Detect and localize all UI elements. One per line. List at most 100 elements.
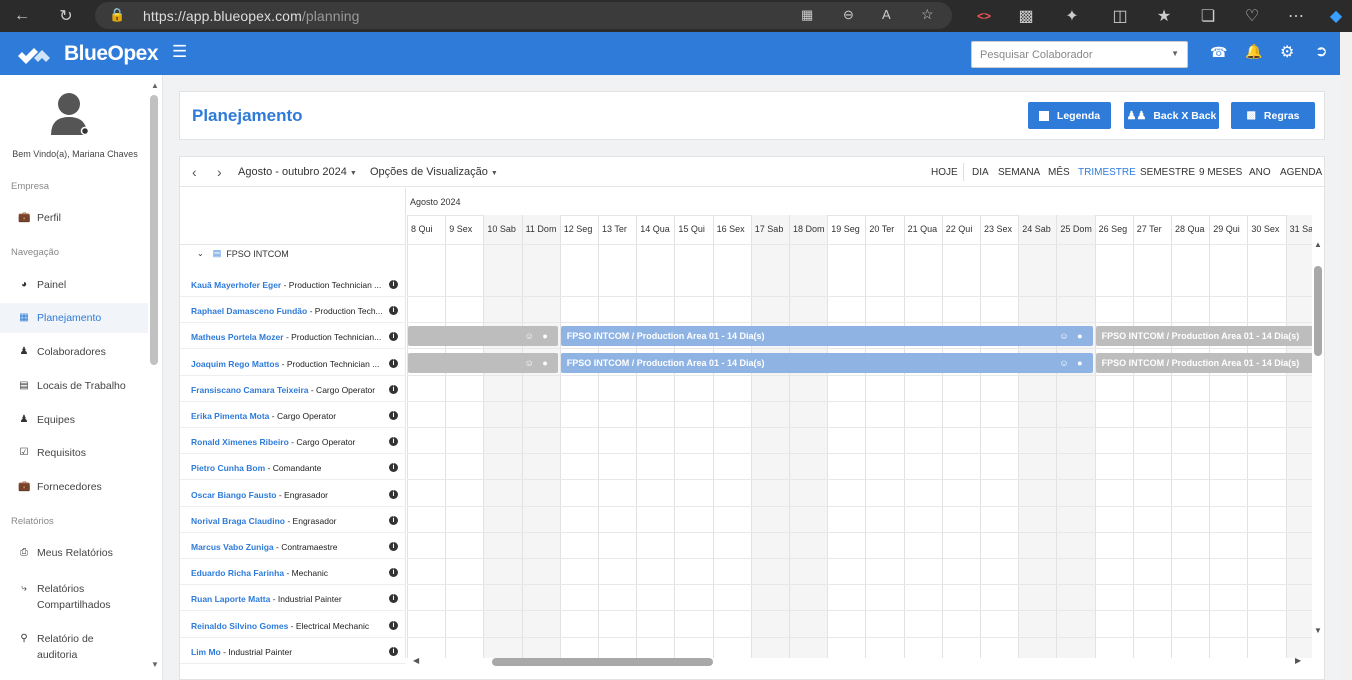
info-icon[interactable]: i xyxy=(389,358,398,368)
headset-icon[interactable]: ☎ xyxy=(1210,44,1227,61)
sidebar-item-locais[interactable]: ▤ Locais de Trabalho xyxy=(18,380,148,392)
employee-name[interactable]: Norival Braga Claudino xyxy=(191,516,285,526)
day-column[interactable] xyxy=(674,215,712,658)
day-column[interactable] xyxy=(407,215,445,658)
employee-name[interactable]: Ronald Ximenes Ribeiro xyxy=(191,437,289,447)
logo[interactable]: BlueOpex xyxy=(16,42,159,66)
scroll-down-icon[interactable]: ▼ xyxy=(1314,626,1322,635)
sidebar-item-equipes[interactable]: ♟ Equipes xyxy=(18,414,148,426)
day-column[interactable] xyxy=(483,215,522,658)
day-column[interactable] xyxy=(559,215,598,658)
employee-row[interactable]: Ronald Ximenes Ribeiro - Cargo Operator xyxy=(191,428,401,454)
employee-name[interactable]: Raphael Damasceno Fundão xyxy=(191,306,307,316)
info-icon[interactable]: i xyxy=(389,620,398,630)
employee-row[interactable]: Eduardo Richa Farinha - Mechanic xyxy=(191,559,401,585)
employee-name[interactable]: Joaquim Rego Mattos xyxy=(191,359,279,369)
regras-button[interactable]: ▩ Regras xyxy=(1231,102,1315,129)
assignment-bar[interactable]: ☺ ● xyxy=(408,352,558,373)
sidebar-item-relatorios-compartilhados[interactable]: ⤷ Relatórios Compartilhados xyxy=(18,581,148,613)
more-icon[interactable]: ⋯ xyxy=(1284,0,1308,32)
view-options-dropdown[interactable]: Opções de Visualização ▼ xyxy=(370,166,498,178)
employee-name[interactable]: Kauã Mayerhofer Eger xyxy=(191,280,281,290)
employee-row[interactable]: Lim Mo - Industrial Painter xyxy=(191,638,401,664)
employee-name[interactable]: Oscar Biango Fausto xyxy=(191,490,277,500)
employee-name[interactable]: Reinaldo Silvino Gomes xyxy=(191,621,288,631)
assignment-bar[interactable]: FPSO INTCOM / Production Area 01 - 14 Di… xyxy=(560,326,1093,347)
sidebar-item-fornecedores[interactable]: 💼 Fornecedores xyxy=(18,481,148,493)
favorite-icon[interactable]: ☆ xyxy=(921,6,934,23)
day-column[interactable] xyxy=(712,215,751,658)
day-column[interactable] xyxy=(980,215,1018,658)
employee-name[interactable]: Pietro Cunha Bom xyxy=(191,463,265,473)
info-icon[interactable]: i xyxy=(389,384,398,394)
apps-icon[interactable]: ▦ xyxy=(801,7,813,23)
scrollbar-thumb[interactable] xyxy=(492,658,713,666)
group-header[interactable]: ⌄ ▤ FPSO INTCOM xyxy=(197,248,289,259)
assignment-bar[interactable]: FPSO INTCOM / Production Area 01 - 14 Di… xyxy=(1095,352,1312,373)
scrollbar-thumb[interactable] xyxy=(1314,266,1322,356)
scroll-up-icon[interactable]: ▲ xyxy=(151,81,159,90)
employee-name[interactable]: Lim Mo xyxy=(191,647,221,657)
assignment-bar[interactable]: FPSO INTCOM / Production Area 01 - 14 Di… xyxy=(560,352,1093,373)
scroll-down-icon[interactable]: ▼ xyxy=(151,660,159,669)
view-trimestre[interactable]: TRIMESTRE xyxy=(1078,167,1136,178)
view-hoje[interactable]: HOJE xyxy=(931,167,958,178)
employee-row[interactable]: Ruan Laporte Matta - Industrial Painter xyxy=(191,585,401,611)
scroll-right-icon[interactable]: ▶ xyxy=(1295,656,1301,665)
day-column[interactable] xyxy=(750,215,789,658)
view-agenda[interactable]: AGENDA xyxy=(1280,167,1322,178)
sidebar-item-relatorio-auditoria[interactable]: ⚲ Relatório de auditoria xyxy=(18,631,148,663)
puzzle-icon[interactable]: ✦ xyxy=(1060,0,1084,32)
view-mes[interactable]: MÊS xyxy=(1048,167,1070,178)
info-icon[interactable]: i xyxy=(389,515,398,525)
bell-icon[interactable]: 🔔 xyxy=(1245,43,1262,60)
day-column[interactable] xyxy=(1171,215,1209,658)
scroll-up-icon[interactable]: ▲ xyxy=(1314,240,1322,249)
info-icon[interactable]: i xyxy=(389,489,398,499)
info-icon[interactable]: i xyxy=(389,411,398,420)
employee-row[interactable]: Joaquim Rego Mattos - Production Technic… xyxy=(191,350,401,376)
sidebar-item-painel[interactable]: ◕ Painel xyxy=(18,279,148,291)
employee-row[interactable]: Marcus Vabo Zuniga - Contramaestre xyxy=(191,533,401,559)
sidebar-scrollbar[interactable] xyxy=(150,95,158,365)
view-semana[interactable]: SEMANA xyxy=(998,167,1040,178)
devtools-icon[interactable]: <> xyxy=(972,0,996,32)
favorites-icon[interactable]: ★ xyxy=(1152,0,1176,32)
backxback-button[interactable]: ♟♟ Back X Back xyxy=(1124,102,1219,129)
day-column[interactable] xyxy=(636,215,674,658)
range-selector[interactable]: Agosto - outubro 2024 ▼ xyxy=(238,166,357,178)
copilot-icon[interactable]: ◆ xyxy=(1324,0,1348,32)
day-column[interactable] xyxy=(1209,215,1247,658)
employee-name[interactable]: Eduardo Richa Farinha xyxy=(191,568,284,578)
day-column[interactable] xyxy=(1056,215,1095,658)
collections-icon[interactable]: ❏ xyxy=(1196,0,1220,32)
page-scrollbar[interactable] xyxy=(1340,32,1352,680)
view-ano[interactable]: ANO xyxy=(1249,167,1271,178)
employee-name[interactable]: Matheus Portela Mozer xyxy=(191,332,284,342)
address-bar[interactable]: 🔒 https://app.blueopex.com/planning ▦ ⊖ … xyxy=(95,2,952,29)
day-column[interactable] xyxy=(903,215,942,658)
prev-icon[interactable]: ‹ xyxy=(192,164,197,180)
employee-row[interactable]: Reinaldo Silvino Gomes - Electrical Mech… xyxy=(191,612,401,638)
assignment-bar[interactable]: FPSO INTCOM / Production Area 01 - 14 Di… xyxy=(1095,326,1312,347)
day-column[interactable] xyxy=(1285,215,1312,658)
scroll-left-icon[interactable]: ◀ xyxy=(413,656,419,665)
extension-icon[interactable]: ▩ xyxy=(1014,0,1038,32)
day-column[interactable] xyxy=(445,215,483,658)
search-collaborator-input[interactable]: Pesquisar Colaborador ▼ xyxy=(971,41,1188,68)
view-semestre[interactable]: SEMESTRE xyxy=(1140,167,1195,178)
employee-row[interactable]: Erika Pimenta Mota - Cargo Operator xyxy=(191,402,401,428)
sidebar-item-requisitos[interactable]: ☑ Requisitos xyxy=(18,447,148,459)
day-column[interactable] xyxy=(598,215,636,658)
info-icon[interactable]: i xyxy=(389,542,398,551)
employee-name[interactable]: Marcus Vabo Zuniga xyxy=(191,542,274,552)
read-aloud-icon[interactable]: A xyxy=(882,7,891,22)
employee-name[interactable]: Erika Pimenta Mota xyxy=(191,411,269,421)
day-column[interactable] xyxy=(1018,215,1057,658)
day-column[interactable] xyxy=(1132,215,1171,658)
info-icon[interactable]: i xyxy=(389,646,398,656)
employee-name[interactable]: Fransiscano Camara Teixeira xyxy=(191,385,309,395)
employee-row[interactable]: Kauã Mayerhofer Eger - Production Techni… xyxy=(191,271,401,297)
timeline-vertical-scrollbar[interactable]: ▲ ▼ xyxy=(1312,240,1324,656)
legenda-button[interactable]: Legenda xyxy=(1028,102,1111,129)
